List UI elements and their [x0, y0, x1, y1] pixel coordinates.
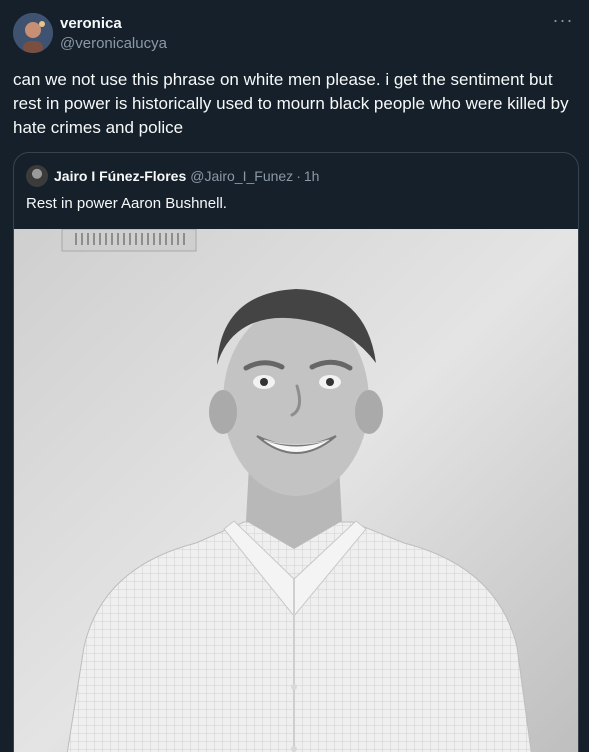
tweet-text: can we not use this phrase on white men …	[13, 70, 569, 137]
quoted-author-display-name[interactable]: Jairo I Fúnez-Flores	[54, 168, 186, 184]
quoted-tweet-photo[interactable]	[14, 229, 578, 752]
quoted-author-handle[interactable]: @Jairo_I_Funez	[190, 168, 293, 184]
avatar-photo-icon	[13, 13, 53, 53]
author-handle[interactable]: @veronicalucya	[60, 34, 167, 54]
quoted-tweet-text: Rest in power Aaron Bushnell.	[26, 195, 227, 212]
quoted-separator: ·	[296, 168, 301, 184]
author-info[interactable]: veronica @veronicalucya	[60, 14, 167, 54]
author-display-name[interactable]: veronica	[60, 14, 167, 34]
quoted-author-avatar[interactable]	[26, 165, 48, 187]
tweet: veronica @veronicalucya ··· can we not u…	[0, 0, 589, 752]
quoted-timestamp[interactable]: 1h	[304, 168, 320, 184]
quoted-tweet-header: Jairo I Fúnez-Flores @Jairo_I_Funez · 1h	[26, 165, 319, 187]
quoted-tweet[interactable]: Jairo I Fúnez-Flores @Jairo_I_Funez · 1h…	[13, 152, 579, 752]
more-options-icon[interactable]: ···	[549, 11, 577, 34]
portrait-photo	[14, 229, 578, 752]
author-avatar[interactable]	[13, 13, 53, 53]
